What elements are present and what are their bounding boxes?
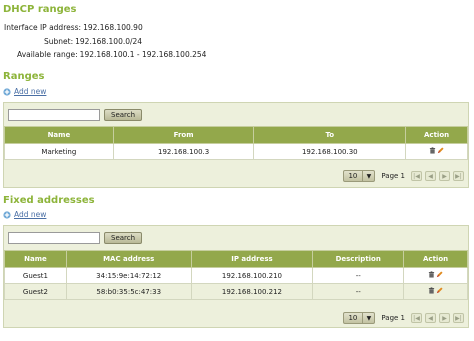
interface-ip-label: Interface IP address: <box>4 23 82 32</box>
col-action: Action <box>403 250 468 268</box>
dhcp-ranges-title: DHCP ranges <box>3 4 77 15</box>
next-page-icon[interactable]: ▶ <box>439 171 450 181</box>
fixed-pager: 10 ▼ Page 1 |◀ ◀ ▶ ▶| <box>343 312 464 324</box>
table-row[interactable]: Guest1 34:15:9e:14:72:12 192.168.100.210… <box>4 267 468 284</box>
next-page-icon[interactable]: ▶ <box>439 313 450 323</box>
pencil-icon[interactable] <box>436 271 443 278</box>
fixed-page-label: Page 1 <box>381 314 405 322</box>
ranges-search-row: Search <box>8 109 143 121</box>
table-row[interactable]: Marketing 192.168.100.3 192.168.100.30 <box>4 143 468 160</box>
col-to[interactable]: To <box>253 126 407 144</box>
available-range-row: Available range: 192.168.100.1 - 192.168.… <box>17 50 206 59</box>
range-name: Marketing <box>4 143 114 160</box>
fixed-mac: 34:15:9e:14:72:12 <box>65 267 192 284</box>
ranges-panel: Search Name From To Action Marketing 192… <box>3 102 469 188</box>
ranges-page-label: Page 1 <box>381 172 405 180</box>
col-ip[interactable]: IP address <box>190 250 314 268</box>
subnet-value: 192.168.100.0/24 <box>75 37 143 46</box>
last-page-icon[interactable]: ▶| <box>453 171 464 181</box>
first-page-icon[interactable]: |◀ <box>411 313 422 323</box>
prev-page-icon[interactable]: ◀ <box>425 313 436 323</box>
col-action: Action <box>405 126 468 144</box>
trash-icon[interactable] <box>428 271 435 278</box>
interface-ip-value: 192.168.100.90 <box>83 23 143 32</box>
range-actions <box>405 143 468 160</box>
fixed-ip: 192.168.100.210 <box>190 267 314 284</box>
range-to: 192.168.100.30 <box>253 143 407 160</box>
fixed-addresses-title: Fixed addresses <box>3 195 95 206</box>
ranges-title: Ranges <box>3 71 45 82</box>
col-description[interactable]: Description <box>312 250 405 268</box>
fixed-search-button[interactable]: Search <box>104 232 143 244</box>
available-range-label: Available range: <box>17 50 78 59</box>
ranges-page-size-select[interactable]: 10 ▼ <box>343 170 376 182</box>
pencil-icon[interactable] <box>437 147 444 154</box>
fixed-panel: Search Name MAC address IP address Descr… <box>3 225 469 328</box>
ranges-table: Name From To Action Marketing 192.168.10… <box>4 126 468 160</box>
fixed-name: Guest1 <box>4 267 67 284</box>
last-page-icon[interactable]: ▶| <box>453 313 464 323</box>
fixed-header-row: Name MAC address IP address Description … <box>4 250 468 268</box>
available-range-value: 192.168.100.1 - 192.168.100.254 <box>79 50 207 59</box>
fixed-name: Guest2 <box>4 283 67 300</box>
trash-icon[interactable] <box>428 287 435 294</box>
fixed-page-size-select[interactable]: 10 ▼ <box>343 312 376 324</box>
col-mac[interactable]: MAC address <box>65 250 192 268</box>
fixed-description: -- <box>312 283 405 300</box>
subnet-row: Subnet: 192.168.100.0/24 <box>44 37 142 46</box>
ranges-search-button[interactable]: Search <box>104 109 143 121</box>
fixed-search-row: Search <box>8 232 143 244</box>
fixed-description: -- <box>312 267 405 284</box>
ranges-page-size-value: 10 <box>348 172 358 180</box>
fixed-page-size-value: 10 <box>348 314 358 322</box>
ranges-pager: 10 ▼ Page 1 |◀ ◀ ▶ ▶| <box>343 170 464 182</box>
chevron-down-icon: ▼ <box>362 171 374 181</box>
ranges-add-new-link[interactable]: Add new <box>14 87 46 96</box>
trash-icon[interactable] <box>429 147 436 154</box>
col-name[interactable]: Name <box>4 250 67 268</box>
fixed-add-new[interactable]: Add new <box>3 210 46 219</box>
table-row[interactable]: Guest2 58:b0:35:5c:47:33 192.168.100.212… <box>4 283 468 300</box>
range-from: 192.168.100.3 <box>112 143 255 160</box>
fixed-table: Name MAC address IP address Description … <box>4 250 468 300</box>
first-page-icon[interactable]: |◀ <box>411 171 422 181</box>
interface-ip-row: Interface IP address: 192.168.100.90 <box>4 23 143 32</box>
ranges-search-input[interactable] <box>8 109 100 121</box>
col-from[interactable]: From <box>112 126 255 144</box>
fixed-actions <box>403 267 468 284</box>
pencil-icon[interactable] <box>436 287 443 294</box>
plus-icon <box>3 210 11 219</box>
fixed-mac: 58:b0:35:5c:47:33 <box>65 283 192 300</box>
fixed-actions <box>403 283 468 300</box>
fixed-ip: 192.168.100.212 <box>190 283 314 300</box>
fixed-search-input[interactable] <box>8 232 100 244</box>
chevron-down-icon: ▼ <box>362 313 374 323</box>
subnet-label: Subnet: <box>44 37 74 46</box>
fixed-add-new-link[interactable]: Add new <box>14 210 46 219</box>
ranges-header-row: Name From To Action <box>4 126 468 144</box>
prev-page-icon[interactable]: ◀ <box>425 171 436 181</box>
plus-icon <box>3 87 11 96</box>
ranges-add-new[interactable]: Add new <box>3 87 46 96</box>
col-name[interactable]: Name <box>4 126 114 144</box>
